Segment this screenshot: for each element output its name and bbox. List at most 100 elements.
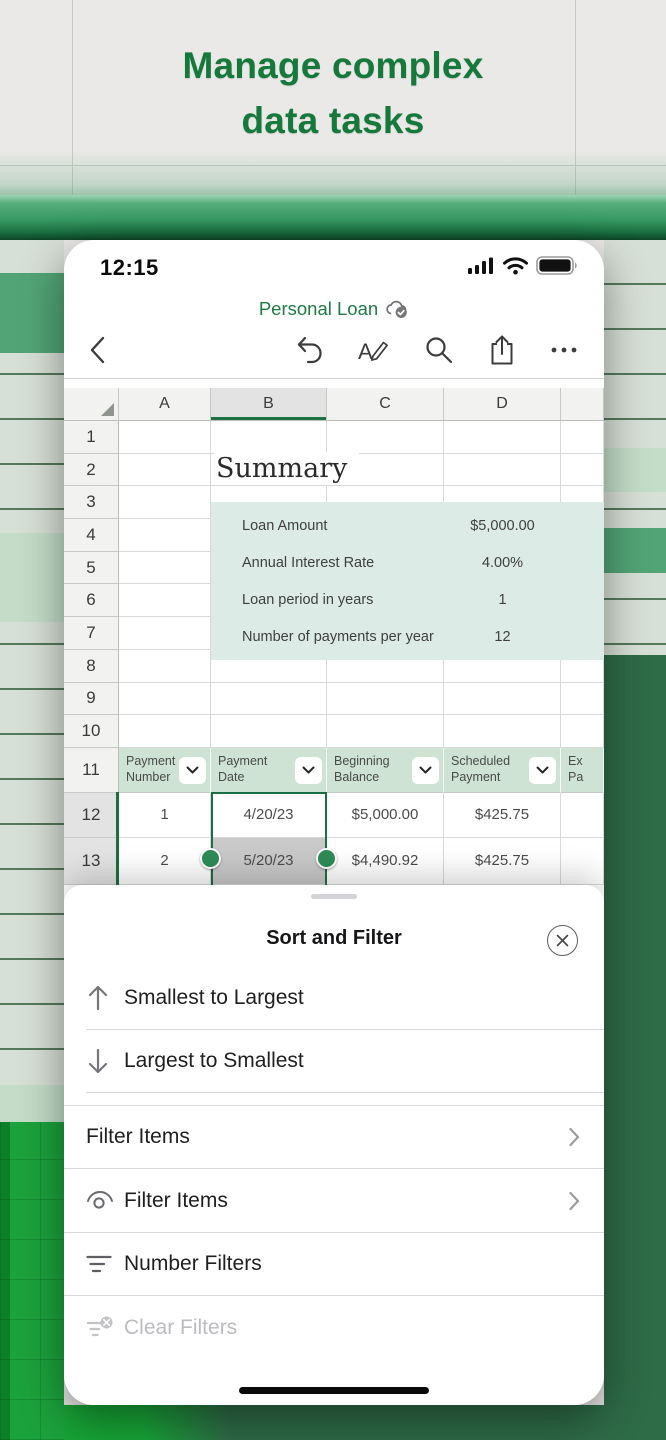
menu-item-largest-to-smallest[interactable]: Largest to Smallest [64, 1030, 604, 1092]
cell-a12[interactable]: 1 [119, 793, 211, 838]
column-header-row: A B C D [64, 388, 604, 421]
empty-cell[interactable] [119, 454, 211, 487]
empty-cell[interactable] [211, 715, 327, 748]
row-header-2[interactable]: 2 [64, 454, 119, 487]
column-header-e[interactable] [561, 388, 604, 421]
empty-cell[interactable] [561, 683, 604, 716]
back-button[interactable] [88, 335, 106, 365]
clear-filters-icon [86, 1316, 124, 1340]
row-header-8[interactable]: 8 [64, 650, 119, 683]
format-pen-button[interactable]: A [358, 335, 390, 365]
filter-dropdown-button[interactable] [529, 757, 556, 784]
empty-cell[interactable] [119, 617, 211, 650]
empty-cell[interactable] [211, 683, 327, 716]
cell-e12[interactable] [561, 793, 604, 838]
row-header-11[interactable]: 11 [64, 748, 119, 793]
empty-cell[interactable] [444, 454, 561, 487]
toolbar: A [64, 322, 604, 379]
cell-d12[interactable]: $425.75 [444, 793, 561, 838]
empty-cell[interactable] [211, 421, 327, 454]
row-header-12[interactable]: 12 [64, 793, 119, 838]
empty-cell[interactable] [119, 715, 211, 748]
empty-cell[interactable] [119, 486, 211, 519]
empty-cell[interactable] [561, 421, 604, 454]
status-bar: 12:15 [64, 240, 604, 296]
filter-dropdown-button[interactable] [295, 757, 322, 784]
empty-cell[interactable] [119, 421, 211, 454]
empty-cell[interactable] [444, 683, 561, 716]
empty-cell[interactable] [327, 683, 444, 716]
row-header-6[interactable]: 6 [64, 584, 119, 617]
sheet-row: 10 [64, 715, 604, 748]
menu-item-smallest-to-largest[interactable]: Smallest to Largest [64, 966, 604, 1029]
share-icon[interactable] [488, 334, 516, 366]
row-header-9[interactable]: 9 [64, 683, 119, 716]
header-cell-scheduled-payment[interactable]: ScheduledPayment [444, 748, 561, 793]
selection-handle-right[interactable] [316, 848, 337, 869]
column-header-d[interactable]: D [444, 388, 561, 421]
cell-e13[interactable] [561, 838, 604, 885]
cell-d13[interactable]: $425.75 [444, 838, 561, 885]
spreadsheet: A B C D 12345678910 11 PaymentNumber Pay… [64, 388, 604, 885]
close-button[interactable] [547, 925, 578, 956]
chevron-right-icon [569, 1128, 580, 1147]
empty-cell[interactable] [561, 715, 604, 748]
summary-row: Number of payments per year 12 [211, 619, 604, 655]
cell-c13[interactable]: $4,490.92 [327, 838, 444, 885]
empty-cell[interactable] [119, 683, 211, 716]
empty-cell[interactable] [119, 584, 211, 617]
empty-cell[interactable] [327, 715, 444, 748]
empty-cell[interactable] [444, 715, 561, 748]
row-header-5[interactable]: 5 [64, 552, 119, 585]
document-title-row[interactable]: Personal Loan [64, 296, 604, 322]
row-header-3[interactable]: 3 [64, 486, 119, 519]
home-indicator[interactable] [239, 1387, 429, 1394]
empty-cell[interactable] [119, 552, 211, 585]
menu-item-filter-items-visible[interactable]: Filter Items [64, 1169, 604, 1232]
sheet-title: Sort and Filter [64, 927, 604, 950]
header-cell-beginning-balance[interactable]: BeginningBalance [327, 748, 444, 793]
empty-cell[interactable] [119, 519, 211, 552]
menu-item-filter-items[interactable]: Filter Items [64, 1106, 604, 1168]
cell-a13[interactable]: 2 [119, 838, 211, 885]
backdrop-green-band [0, 195, 666, 240]
row-header-7[interactable]: 7 [64, 617, 119, 650]
select-all-corner[interactable] [64, 388, 119, 421]
empty-cell[interactable] [561, 454, 604, 487]
search-icon[interactable] [424, 335, 454, 365]
column-header-a[interactable]: A [119, 388, 211, 421]
header-cell-payment-number[interactable]: PaymentNumber [119, 748, 211, 793]
column-header-c[interactable]: C [327, 388, 444, 421]
cell-c12[interactable]: $5,000.00 [327, 793, 444, 838]
table-header-row: 11 PaymentNumber PaymentDate BeginningBa… [64, 748, 604, 793]
row-header-4[interactable]: 4 [64, 519, 119, 552]
header-cell-extra-payment-partial[interactable]: ExPa [561, 748, 604, 793]
column-header-b[interactable]: B [211, 388, 327, 421]
menu-item-number-filters[interactable]: Number Filters [64, 1233, 604, 1295]
backdrop-right-stripes [604, 240, 666, 1440]
document-title[interactable]: Personal Loan [259, 298, 378, 320]
eye-icon [86, 1190, 124, 1212]
battery-icon [536, 256, 578, 275]
svg-text:A: A [358, 339, 373, 364]
row-header-13[interactable]: 13 [64, 838, 119, 885]
stripe-accent [604, 655, 666, 1440]
selection-handle-left[interactable] [200, 848, 221, 869]
empty-cell[interactable] [119, 650, 211, 683]
stripe-accent [0, 1122, 64, 1440]
empty-cell[interactable] [444, 421, 561, 454]
arrow-down-icon [86, 1048, 124, 1075]
header-cell-payment-date[interactable]: PaymentDate [211, 748, 327, 793]
group-gap [64, 1093, 604, 1105]
phone-mockup: 12:15 [64, 240, 604, 1405]
row-header-1[interactable]: 1 [64, 421, 119, 454]
drag-handle[interactable] [311, 894, 357, 899]
empty-cell[interactable] [327, 421, 444, 454]
undo-button[interactable] [294, 335, 324, 365]
filter-dropdown-button[interactable] [179, 757, 206, 784]
row-header-10[interactable]: 10 [64, 715, 119, 748]
more-options-icon[interactable] [550, 335, 578, 365]
backdrop-bottom [64, 1405, 604, 1440]
filter-dropdown-button[interactable] [412, 757, 439, 784]
filter-lines-icon [86, 1255, 124, 1273]
